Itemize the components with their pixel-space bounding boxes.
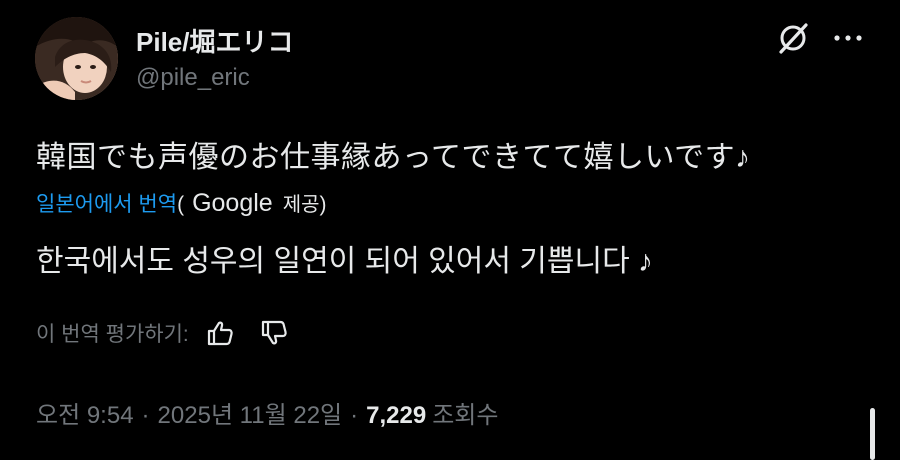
google-logo-text: Google <box>192 189 273 217</box>
author-avatar[interactable] <box>35 17 118 100</box>
views-count: 7,229 <box>366 402 427 429</box>
tweet-meta: 오전 9:54 · 2025년 11월 22일 · 7,229 조회수 <box>36 395 498 430</box>
grok-icon <box>779 23 808 54</box>
tweet-text: 韓国でも声優のお仕事縁あってできてて嬉しいです♪ <box>36 141 751 174</box>
views-label: 조회수 <box>432 402 499 429</box>
paren-close: ) <box>319 193 327 216</box>
scrollbar-thumb[interactable] <box>870 408 875 460</box>
rate-translation-row: 이 번역 평가하기: <box>36 318 291 348</box>
paren-open: ( <box>177 193 185 216</box>
tweet-date[interactable]: 2025년 11월 22일 <box>158 395 343 430</box>
more-options-button[interactable] <box>828 18 868 58</box>
more-horizontal-icon <box>834 35 862 41</box>
author-display-name[interactable]: Pile/堀エリコ <box>136 22 293 59</box>
thumbs-up-icon <box>207 321 233 346</box>
thumbs-down-button[interactable] <box>257 318 291 348</box>
meta-separator: · <box>141 402 150 429</box>
rate-translation-label: 이 번역 평가하기: <box>36 323 189 346</box>
translated-from-link[interactable]: 일본어에서 번역 <box>36 188 177 218</box>
translation-attribution: 일본어에서 번역 ( Google 제공 ) <box>36 188 327 218</box>
provided-label: 제공 <box>282 194 320 216</box>
thumbs-down-icon <box>261 320 287 345</box>
translated-text: 한국에서도 성우의 일연이 되어 있어서 기쁩니다 ♪ <box>36 245 654 278</box>
meta-separator-2: · <box>350 402 359 429</box>
thumbs-up-button[interactable] <box>203 318 237 348</box>
author-handle[interactable]: @pile_eric <box>136 64 250 92</box>
tweet-time[interactable]: 오전 9:54 <box>36 395 134 430</box>
grok-button[interactable] <box>773 18 813 58</box>
